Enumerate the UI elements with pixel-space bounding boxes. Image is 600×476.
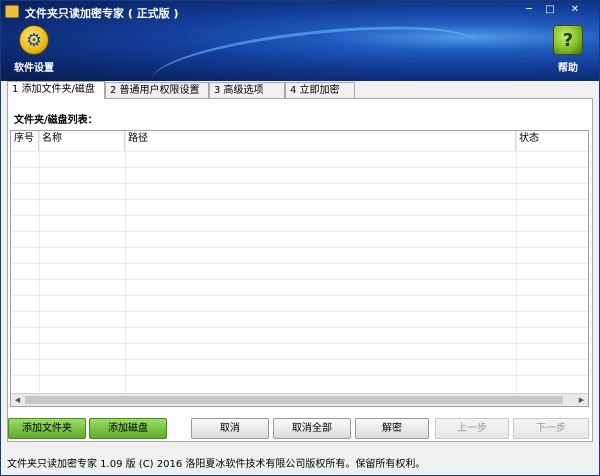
- row-separator: [11, 199, 588, 200]
- column-divider: [39, 131, 40, 393]
- maximize-button[interactable]: □: [541, 3, 559, 17]
- row-separator: [11, 343, 588, 344]
- add-disk-button[interactable]: 添加磁盘: [89, 418, 167, 439]
- decrypt-button[interactable]: 解密: [355, 418, 429, 439]
- app-icon: [5, 5, 19, 18]
- close-button[interactable]: ✕: [561, 3, 589, 17]
- row-separator: [11, 263, 588, 264]
- row-separator: [11, 311, 588, 312]
- window-title: 文件夹只读加密专家 ( 正式版 ): [25, 7, 179, 20]
- column-header-index[interactable]: 序号: [11, 131, 39, 151]
- horizontal-scrollbar[interactable]: ◀ ▶: [11, 393, 588, 406]
- tab-add-folder[interactable]: 1 添加文件夹/磁盘: [7, 81, 105, 99]
- settings-label: 软件设置: [14, 63, 54, 74]
- next-button[interactable]: 下一步: [513, 418, 589, 439]
- cancel-all-button[interactable]: 取消全部: [273, 418, 351, 439]
- minimize-button[interactable]: ─: [520, 3, 538, 17]
- row-separator: [11, 167, 588, 168]
- tab-advanced[interactable]: 3 高级选项: [209, 82, 285, 98]
- scroll-right-icon[interactable]: ▶: [575, 394, 588, 406]
- row-separator: [11, 231, 588, 232]
- status-bar: 文件夹只读加密专家 1.09 版 (C) 2016 洛阳夏冰软件技术有限公司版权…: [7, 459, 426, 470]
- column-divider: [125, 131, 126, 393]
- row-separator: [11, 151, 588, 152]
- column-header-name[interactable]: 名称: [39, 131, 125, 151]
- tab-user-permissions[interactable]: 2 普通用户权限设置: [105, 82, 209, 98]
- row-separator: [11, 183, 588, 184]
- tab-panel: 文件夹/磁盘列表： 序号 名称 路径 状态 ◀ ▶: [7, 98, 593, 442]
- list-title: 文件夹/磁盘列表：: [14, 115, 98, 126]
- header-banner: 文件夹只读加密专家 ( 正式版 ) ─ □ ✕ ⚙ 软件设置 ? 帮助: [1, 1, 599, 81]
- folder-list[interactable]: 序号 名称 路径 状态 ◀ ▶: [10, 130, 589, 407]
- scrollbar-thumb[interactable]: [25, 396, 563, 404]
- help-icon: ?: [553, 25, 583, 55]
- column-header-status[interactable]: 状态: [516, 131, 588, 151]
- app-window: 文件夹只读加密专家 ( 正式版 ) ─ □ ✕ ⚙ 软件设置 ? 帮助 1 添加…: [0, 0, 600, 476]
- column-header-path[interactable]: 路径: [125, 131, 516, 151]
- help-label: 帮助: [558, 63, 578, 74]
- row-separator: [11, 327, 588, 328]
- row-separator: [11, 215, 588, 216]
- cancel-button[interactable]: 取消: [191, 418, 269, 439]
- prev-button[interactable]: 上一步: [435, 418, 509, 439]
- help-button[interactable]: ? 帮助: [546, 25, 590, 75]
- scroll-left-icon[interactable]: ◀: [11, 394, 24, 406]
- row-separator: [11, 295, 588, 296]
- row-separator: [11, 247, 588, 248]
- row-separator: [11, 359, 588, 360]
- gear-icon: ⚙: [19, 25, 49, 55]
- add-folder-button[interactable]: 添加文件夹: [8, 418, 86, 439]
- tab-encrypt-now[interactable]: 4 立即加密: [285, 82, 355, 98]
- column-divider: [516, 131, 517, 393]
- row-separator: [11, 375, 588, 376]
- settings-button[interactable]: ⚙ 软件设置: [12, 25, 56, 75]
- row-separator: [11, 279, 588, 280]
